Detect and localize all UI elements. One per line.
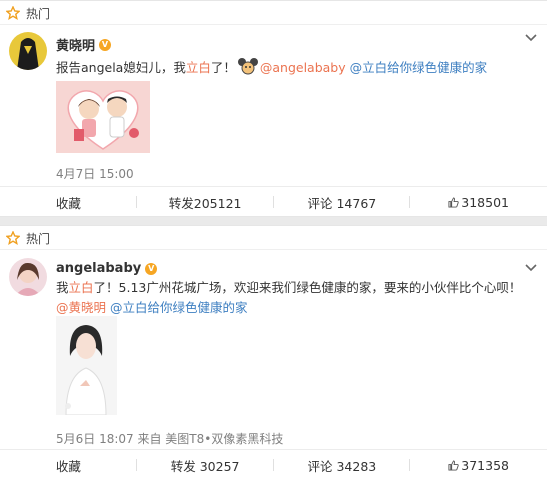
mention-link[interactable]: @黄晓明 [56, 300, 106, 315]
star-icon [6, 6, 20, 20]
author-name[interactable]: angelababy V [56, 261, 158, 276]
comment-button[interactable]: 评论 14767 [274, 187, 411, 217]
author-name[interactable]: 黄晓明 V [56, 35, 112, 54]
divider [0, 24, 547, 25]
post-text: 我立白了！5.13广州花城广场，欢迎来我们绿色健康的家，要来的小伙伴比个心呗！@… [56, 280, 522, 315]
hot-label: 热门 [26, 231, 51, 246]
repost-button[interactable]: 转发 30257 [137, 450, 274, 480]
post-timestamp[interactable]: 5月6日 18:07 来自 美图T8•双像素黑科技 [56, 430, 283, 447]
divider [0, 249, 547, 250]
feed-card-1: 热门 黄晓明 V 报告angela媳妇儿，我立白了！ @angelababy @立… [0, 0, 547, 217]
comment-button[interactable]: 评论 34283 [274, 450, 411, 480]
favorite-button[interactable]: 收藏 [0, 187, 137, 217]
thumb-up-icon [448, 459, 459, 471]
post-text: 报告angela媳妇儿，我立白了！ @angelababy @立白给你绿色健康的家 [56, 57, 527, 78]
chevron-down-icon[interactable] [525, 34, 537, 42]
mention-link[interactable]: @angelababy [260, 60, 346, 75]
verified-badge: V [99, 38, 112, 51]
like-button[interactable]: 318501 [410, 187, 547, 217]
action-bar: 收藏 转发 30257 评论 34283 371358 [0, 449, 547, 480]
favorite-button[interactable]: 收藏 [0, 450, 137, 480]
verified-badge: V [145, 262, 158, 275]
hot-label: 热门 [26, 6, 51, 21]
avatar[interactable] [9, 32, 47, 70]
post-image[interactable] [56, 81, 150, 153]
mickey-emoji-icon [237, 58, 258, 75]
star-icon [6, 231, 20, 245]
action-bar: 收藏 转发205121 评论 14767 318501 [0, 186, 547, 217]
hot-header: 热门 [6, 5, 50, 21]
post-timestamp[interactable]: 4月7日 15:00 [56, 165, 134, 182]
avatar[interactable] [9, 258, 47, 296]
thumb-up-icon [448, 196, 459, 208]
like-button[interactable]: 371358 [410, 450, 547, 480]
topic-link[interactable]: @立白给你绿色健康的家 [350, 60, 488, 75]
repost-button[interactable]: 转发205121 [137, 187, 274, 217]
chevron-down-icon[interactable] [525, 264, 537, 272]
topic-link[interactable]: @立白给你绿色健康的家 [110, 300, 248, 315]
post-image[interactable] [56, 316, 117, 415]
hot-header: 热门 [6, 230, 50, 246]
